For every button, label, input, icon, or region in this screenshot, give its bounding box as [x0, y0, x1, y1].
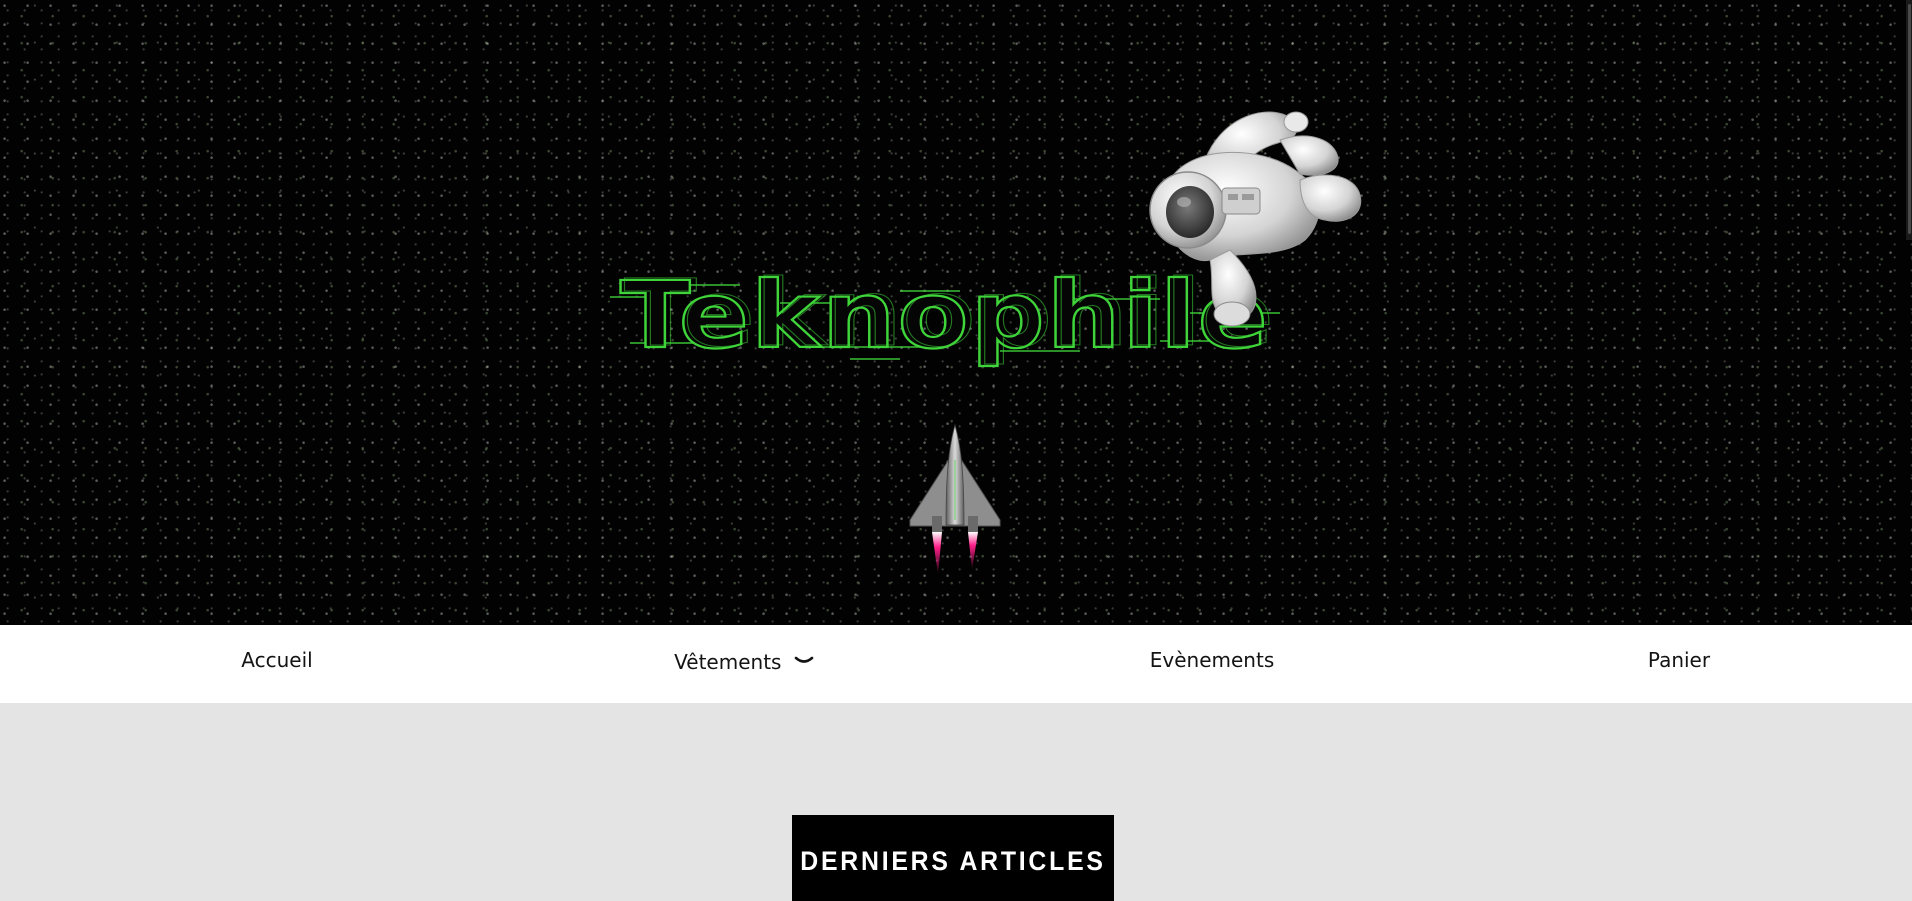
rocket-illustration	[909, 423, 1001, 575]
main-navigation: Accueil Vêtements Evènements Panier	[0, 625, 1912, 703]
section-title-latest-articles: DERNIERS ARTICLES	[792, 815, 1114, 901]
nav-item-accueil[interactable]: Accueil	[127, 625, 427, 703]
scrollbar-thumb[interactable]	[1908, 4, 1911, 234]
astronaut-illustration	[1149, 111, 1362, 327]
scrollbar[interactable]	[1906, 0, 1912, 240]
nav-item-panier[interactable]: Panier	[1529, 625, 1829, 703]
nav-item-label: Accueil	[241, 648, 313, 672]
chevron-down-icon[interactable]	[794, 625, 814, 695]
nav-item-evenements[interactable]: Evènements	[1062, 625, 1362, 703]
nav-item-vetements[interactable]: Vêtements	[594, 625, 894, 703]
hero-banner: Teknophile Teknophile	[0, 0, 1912, 625]
nav-item-label: Vêtements	[674, 650, 782, 674]
nav-item-label: Panier	[1647, 648, 1711, 672]
page: Teknophile Teknophile Accueil Vêtements …	[0, 0, 1912, 901]
main-content: DERNIERS ARTICLES	[0, 703, 1912, 901]
nav-item-label: Evènements	[1149, 648, 1275, 672]
